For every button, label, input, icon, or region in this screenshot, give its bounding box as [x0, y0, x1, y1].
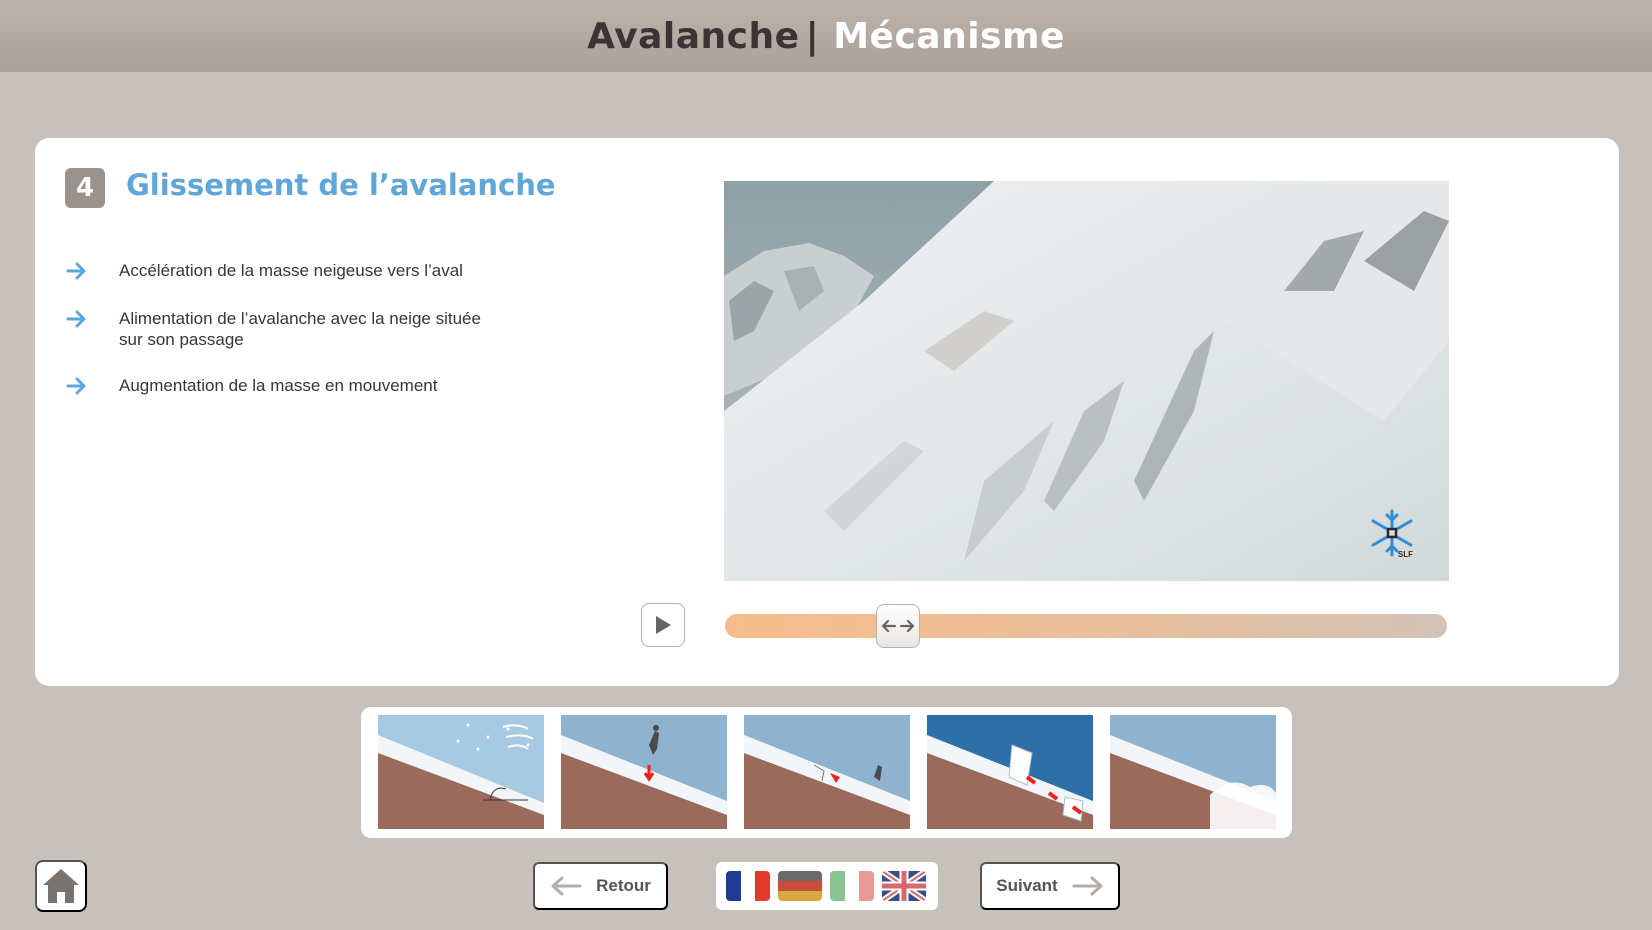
bullet-text: Augmentation de la masse en mouvement — [119, 376, 438, 395]
title-separator: | — [805, 15, 820, 57]
home-button[interactable] — [35, 860, 87, 912]
title-topic: Avalanche — [587, 15, 800, 57]
step-number-badge: 4 — [65, 168, 105, 208]
arrow-left-icon — [551, 876, 582, 896]
bullet-item: Accélération de la masse neigeuse vers l… — [65, 260, 545, 283]
home-icon — [43, 869, 79, 903]
title-section: Mécanisme — [833, 15, 1065, 57]
page-title: Avalanche | Mécanisme — [587, 16, 1065, 57]
left-right-arrows-icon — [882, 619, 915, 633]
thumbnail-strip — [361, 707, 1292, 838]
video-player[interactable]: SLF — [724, 181, 1449, 581]
bullet-list: Accélération de la masse neigeuse vers l… — [65, 260, 545, 412]
bullet-item: Alimentation de l’avalanche avec la neig… — [65, 308, 545, 350]
arrow-right-icon — [66, 310, 86, 328]
bullet-text: Accélération de la masse neigeuse vers l… — [119, 261, 463, 280]
flag-fr-icon[interactable] — [726, 871, 770, 901]
flag-it-icon[interactable] — [830, 871, 874, 901]
back-button-label: Retour — [596, 876, 651, 895]
video-frame-image — [724, 181, 1449, 581]
next-button[interactable]: Suivant — [980, 862, 1120, 910]
slf-logo-text: SLF — [1397, 550, 1413, 559]
play-icon — [656, 616, 671, 634]
flag-de-icon[interactable] — [778, 871, 822, 901]
app-header: Avalanche | Mécanisme — [0, 0, 1652, 72]
arrow-right-icon — [1072, 876, 1103, 896]
arrow-right-icon — [66, 262, 86, 280]
slider-handle[interactable] — [876, 604, 921, 648]
flag-en-icon[interactable] — [882, 871, 926, 901]
content-card: 4 Glissement de l’avalanche Accélération… — [35, 138, 1619, 686]
play-button[interactable] — [641, 603, 685, 647]
thumbnail-step-5[interactable] — [1110, 715, 1276, 829]
thumbnail-step-2[interactable] — [561, 715, 727, 829]
arrow-right-icon — [66, 377, 86, 395]
step-title: Glissement de l’avalanche — [126, 168, 556, 202]
video-timeline-slider[interactable] — [725, 614, 1447, 638]
thumbnail-step-3[interactable] — [744, 715, 910, 829]
thumbnail-step-4[interactable] — [927, 715, 1093, 829]
bullet-text: Alimentation de l’avalanche avec la neig… — [119, 309, 481, 349]
next-button-label: Suivant — [996, 876, 1058, 895]
language-selector — [716, 862, 938, 910]
back-button[interactable]: Retour — [533, 862, 668, 910]
thumbnail-step-1[interactable] — [378, 715, 544, 829]
bullet-item: Augmentation de la masse en mouvement — [65, 375, 545, 398]
